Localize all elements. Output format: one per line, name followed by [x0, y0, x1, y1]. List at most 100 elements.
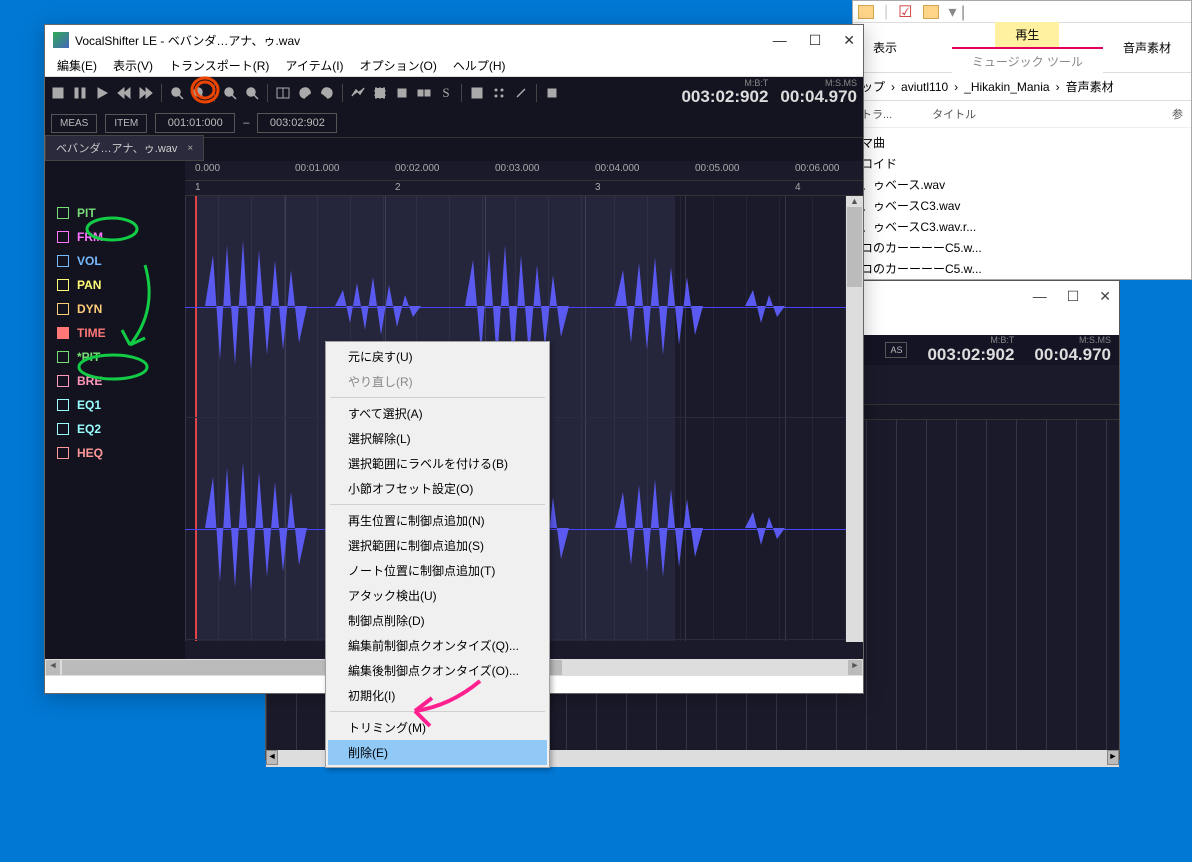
menu-help[interactable]: ヘルプ(H)	[447, 55, 512, 76]
scroll-right-button[interactable]: ►	[848, 660, 862, 675]
zoom-out-h-icon[interactable]	[192, 86, 206, 100]
checkbox-icon[interactable]	[57, 351, 69, 363]
sidebar-item-pan[interactable]: PAN	[45, 273, 185, 297]
undo-icon[interactable]	[298, 86, 312, 100]
vertical-scrollbar[interactable]: ▲	[846, 196, 863, 642]
ctx-deselect[interactable]: 選択解除(L)	[328, 426, 547, 451]
play-icon[interactable]	[95, 86, 109, 100]
maximize-icon[interactable]: ☐	[1067, 288, 1080, 305]
minimize-icon[interactable]: —	[1033, 288, 1047, 304]
file-item[interactable]: 、ゥベースC3.wav.r...	[861, 216, 1183, 237]
explorer-column-headers[interactable]: トラ... タイトル 参	[853, 101, 1191, 128]
checkbox-icon[interactable]	[57, 447, 69, 459]
menu-edit[interactable]: 編集(E)	[51, 55, 103, 76]
stop-icon[interactable]	[51, 86, 65, 100]
sidebar-item-time[interactable]: TIME	[45, 321, 185, 345]
minimize-button[interactable]: —	[773, 32, 787, 49]
zoom-in-v-icon[interactable]	[223, 86, 237, 100]
time-ruler[interactable]: 0.000 00:01.000 00:02.000 00:03.000 00:0…	[185, 161, 863, 181]
explorer-music-tool[interactable]: ミュージック ツール	[952, 47, 1103, 74]
file-item[interactable]: コのカーーーーC5.w...	[861, 258, 1183, 279]
meas-box[interactable]: MEAS	[51, 114, 97, 133]
grid-icon[interactable]	[470, 86, 484, 100]
file-item[interactable]: ロイド	[861, 153, 1183, 174]
checkbox-icon[interactable]	[57, 255, 69, 267]
main-menubar: 編集(E) 表示(V) トランスポート(R) アイテム(I) オプション(O) …	[45, 55, 863, 77]
sidebar-item-eq1[interactable]: EQ1	[45, 393, 185, 417]
ctx-delete[interactable]: 削除(E)	[328, 740, 547, 765]
zoom-out-v-icon[interactable]	[245, 86, 259, 100]
scroll-left-button[interactable]: ◄	[266, 750, 278, 765]
sidebar-item-vol[interactable]: VOL	[45, 249, 185, 273]
file-item[interactable]: 、ゥベース.wav	[861, 174, 1183, 195]
marker-row[interactable]: 1 2 3 4	[185, 181, 863, 196]
sidebar-item-frm[interactable]: FRM	[45, 225, 185, 249]
redo-icon[interactable]	[320, 86, 334, 100]
ctx-quantize-pre[interactable]: 編集前制御点クオンタイズ(Q)...	[328, 633, 547, 658]
sidebar-item-pit[interactable]: PIT	[45, 201, 185, 225]
select-icon[interactable]	[373, 86, 387, 100]
ctx-label[interactable]: 選択範囲にラベルを付ける(B)	[328, 451, 547, 476]
close-icon[interactable]: ✕	[1099, 288, 1111, 305]
ctx-attack[interactable]: アタック検出(U)	[328, 583, 547, 608]
ctx-offset[interactable]: 小節オフセット設定(O)	[328, 476, 547, 501]
ctx-add-ctl-note[interactable]: ノート位置に制御点追加(T)	[328, 558, 547, 583]
checkbox-icon[interactable]	[57, 327, 69, 339]
ctx-del-ctl[interactable]: 制御点削除(D)	[328, 608, 547, 633]
sidebar-item-heq[interactable]: HEQ	[45, 441, 185, 465]
checkbox-icon[interactable]	[57, 399, 69, 411]
scroll-right-button[interactable]: ►	[1107, 750, 1119, 765]
window2-timecode-ms: M:S.MS 00:04.970	[1034, 336, 1111, 365]
menu-transport[interactable]: トランスポート(R)	[163, 55, 275, 76]
file-tab[interactable]: ベバンダ…アナ、ゥ.wav ×	[45, 135, 204, 161]
ctx-add-ctl-sel[interactable]: 選択範囲に制御点追加(S)	[328, 533, 547, 558]
file-item[interactable]: コのカーーーーC5.w...	[861, 237, 1183, 258]
sidebar-item-bre[interactable]: BRE	[45, 369, 185, 393]
checkbox-icon[interactable]	[57, 375, 69, 387]
explorer-breadcrumb[interactable]: ップ› aviutl110› _Hikakin_Mania› 音声素材	[853, 73, 1191, 101]
ctx-init[interactable]: 初期化(I)	[328, 683, 547, 708]
explorer-tab-play[interactable]: 再生	[995, 22, 1059, 47]
start-time[interactable]: 001:01:000	[155, 113, 235, 133]
menu-option[interactable]: オプション(O)	[354, 55, 443, 76]
dotgrid-icon[interactable]	[492, 86, 506, 100]
file-item[interactable]: 、ゥベースC3.wav	[861, 195, 1183, 216]
close-button[interactable]: ✕	[843, 32, 855, 49]
checkbox-icon[interactable]	[57, 423, 69, 435]
vscroll-thumb[interactable]	[847, 207, 862, 287]
ctx-add-ctl-play[interactable]: 再生位置に制御点追加(N)	[328, 508, 547, 533]
checkbox-icon[interactable]	[57, 231, 69, 243]
checkbox-icon[interactable]	[57, 279, 69, 291]
file-item[interactable]: マ曲	[861, 132, 1183, 153]
ctx-quantize-post[interactable]: 編集後制御点クオンタイズ(O)...	[328, 658, 547, 683]
envelope-icon[interactable]	[351, 86, 365, 100]
main-toolbar: S M:B:T 003:02:902 M:S.MS 00:04.970	[45, 77, 863, 109]
tool-icon[interactable]	[417, 86, 431, 100]
pause-icon[interactable]	[73, 86, 87, 100]
forward-icon[interactable]	[139, 86, 153, 100]
sidebar-item-dyn[interactable]: DYN	[45, 297, 185, 321]
book-icon[interactable]	[276, 86, 290, 100]
ctx-select-all[interactable]: すべて選択(A)	[328, 401, 547, 426]
checkbox-icon[interactable]	[57, 207, 69, 219]
rewind-icon[interactable]	[117, 86, 131, 100]
scroll-left-button[interactable]: ◄	[46, 660, 60, 675]
pencil-icon[interactable]	[514, 86, 528, 100]
ctx-trim[interactable]: トリミング(M)	[328, 715, 547, 740]
menu-item[interactable]: アイテム(I)	[279, 55, 349, 76]
sidebar-item-xpit[interactable]: *PIT	[45, 345, 185, 369]
zoom-in-h-icon[interactable]	[170, 86, 184, 100]
menu-view[interactable]: 表示(V)	[107, 55, 159, 76]
move-icon[interactable]	[395, 86, 409, 100]
settings-icon[interactable]	[545, 86, 559, 100]
main-infobar: MEAS ITEM 001:01:000 – 003:02:902	[45, 109, 863, 137]
maximize-button[interactable]: ☐	[809, 32, 822, 49]
ctx-undo[interactable]: 元に戻す(U)	[328, 344, 547, 369]
sidebar-item-eq2[interactable]: EQ2	[45, 417, 185, 441]
main-titlebar[interactable]: VocalShifter LE - ベバンダ…アナ、ゥ.wav — ☐ ✕	[45, 25, 863, 55]
checkbox-icon[interactable]	[57, 303, 69, 315]
item-box[interactable]: ITEM	[105, 114, 147, 133]
tab-close-icon[interactable]: ×	[187, 143, 193, 154]
end-time[interactable]: 003:02:902	[257, 113, 337, 133]
s-tool-icon[interactable]: S	[439, 86, 453, 100]
